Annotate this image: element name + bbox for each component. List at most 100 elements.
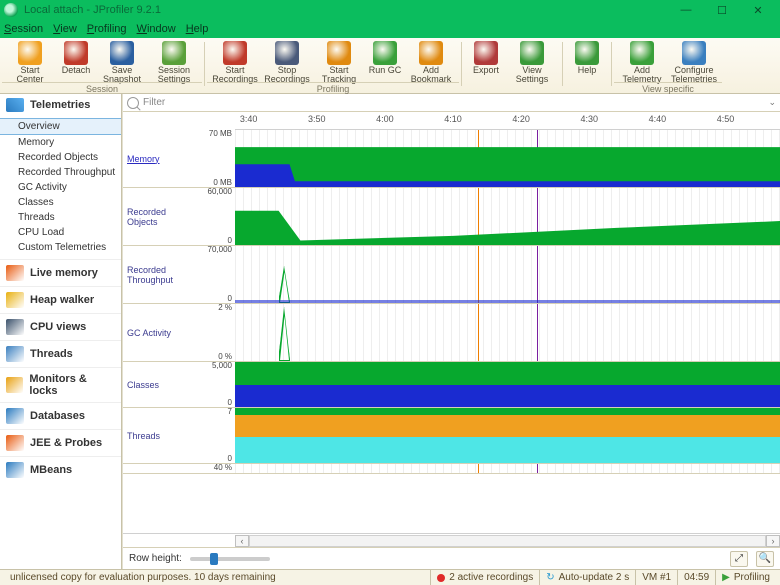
sidebar-item-recorded-throughput[interactable]: Recorded Throughput [0,165,121,180]
chart-label: Threads [123,408,193,463]
mbeans-icon [6,462,24,478]
profiling-icon: ▶ [722,572,730,583]
start-center-button[interactable]: Start Center [4,40,56,84]
sidebar-section-live-memory[interactable]: Live memory [0,259,121,286]
chart-row-threads: Threads70 [123,408,780,464]
chart-plot[interactable] [235,304,780,361]
export-button[interactable]: Export [466,40,506,84]
sidebar-section-heap-walker[interactable]: Heap walker [0,286,121,313]
scroll-track[interactable] [249,535,766,547]
add-bookmark-button[interactable]: Add Bookmark [405,40,457,84]
chart-yaxis: 60,0000 [193,188,235,245]
sidebar-item-classes[interactable]: Classes [0,195,121,210]
status-license: unlicensed copy for evaluation purposes.… [4,570,430,585]
heap-walker-icon [6,292,24,308]
time-tick: 4:20 [512,114,530,124]
zoom-fit-button[interactable]: ⤢ [730,551,748,567]
run-gc-button[interactable]: Run GC [365,40,405,84]
filter-input[interactable]: Filter [143,97,768,108]
chart-plot[interactable] [235,408,780,463]
chart-plot[interactable] [235,130,780,187]
start-tracking-button[interactable]: Start Tracking [313,40,365,84]
stop-recordings-button[interactable]: Stop Recordings [261,40,313,84]
chart-row-extra: 40 % [123,464,780,474]
start-recordings-button[interactable]: Start Recordings [209,40,261,84]
sidebar-section-mbeans[interactable]: MBeans [0,456,121,483]
chart-yaxis: 70 MB0 MB [193,130,235,187]
status-autoupdate[interactable]: ↻ Auto-update 2 s [539,570,635,585]
sidebar-section-jee-probes[interactable]: JEE & Probes [0,429,121,456]
menu-help[interactable]: Help [186,23,209,35]
live-memory-icon [6,265,24,281]
detach-icon [64,41,88,65]
menu-window[interactable]: Window [137,23,176,35]
chart-label[interactable]: Memory [123,130,193,187]
sidebar-item-gc-activity[interactable]: GC Activity [0,180,121,195]
save-snapshot-button[interactable]: Save Snapshot [96,40,148,84]
help-button[interactable]: Help [567,40,607,75]
sidebar-section-telemetries[interactable]: Telemetries [0,94,121,116]
configure-telemetries-button[interactable]: Configure Telemetries [668,40,720,84]
view-settings-button[interactable]: View Settings [506,40,558,84]
add-telemetry-button[interactable]: Add Telemetry [616,40,668,84]
view-settings-label: View Settings [516,66,549,84]
telemetries-icon [6,98,24,112]
search-icon [127,97,139,109]
toolbar-group-label: Session [2,82,202,94]
time-tick: 4:50 [717,114,735,124]
bottom-bar: Row height: ⤢ 🔍 [123,547,780,569]
sidebar-section-databases[interactable]: Databases [0,402,121,429]
chart-label: Recorded Objects [123,188,193,245]
menu-session[interactable]: Session [4,23,43,35]
filter-chevron-icon[interactable]: ⌄ [768,97,776,108]
chart-label: Classes [123,362,193,407]
add-telemetry-icon [630,41,654,65]
menu-profiling[interactable]: Profiling [87,23,127,35]
scroll-right-button[interactable]: › [766,535,780,547]
sidebar-item-threads[interactable]: Threads [0,210,121,225]
sidebar-item-cpu-load[interactable]: CPU Load [0,225,121,240]
start-recordings-icon [223,41,247,65]
sidebar: Telemetries OverviewMemoryRecorded Objec… [0,94,122,569]
status-recordings[interactable]: 2 active recordings [430,570,539,585]
app-icon [4,3,18,17]
horizontal-scrollbar[interactable]: ‹ › [123,533,780,547]
chart-plot[interactable] [235,188,780,245]
sidebar-section-cpu-views[interactable]: CPU views [0,313,121,340]
status-time: 04:59 [677,570,715,585]
start-tracking-icon [327,41,351,65]
detach-button[interactable]: Detach [56,40,96,84]
chart-row-memory: Memory70 MB0 MB [123,130,780,188]
vertical-marker-orange [478,304,479,361]
sidebar-item-memory[interactable]: Memory [0,135,121,150]
chart-yaxis: 70 [193,408,235,463]
filter-bar: Filter ⌄ [123,94,780,112]
charts-panel: Memory70 MB0 MBRecorded Objects60,0000Re… [123,130,780,533]
sidebar-item-custom-telemetries[interactable]: Custom Telemetries [0,240,121,255]
sidebar-item-recorded-objects[interactable]: Recorded Objects [0,150,121,165]
sidebar-section-monitors-locks[interactable]: Monitors & locks [0,367,121,402]
chart-plot[interactable] [235,362,780,407]
databases-icon [6,408,24,424]
chart-plot[interactable] [235,246,780,303]
scroll-left-button[interactable]: ‹ [235,535,249,547]
sidebar-item-overview[interactable]: Overview [0,118,121,135]
row-height-slider[interactable] [190,557,270,561]
menu-view[interactable]: View [53,23,77,35]
minimize-button[interactable]: — [668,0,704,20]
export-icon [474,41,498,65]
chart-plot[interactable] [235,464,780,473]
sidebar-section-threads[interactable]: Threads [0,340,121,367]
time-tick: 4:00 [376,114,394,124]
maximize-button[interactable]: ☐ [704,0,740,20]
toolbar: Start CenterDetachSave SnapshotSession S… [0,38,780,94]
close-button[interactable]: ✕ [740,0,776,20]
help-icon [575,41,599,65]
chart-yaxis: 40 % [193,464,235,473]
session-settings-button[interactable]: Session Settings [148,40,200,84]
threads-icon [6,346,24,362]
refresh-icon: ↻ [546,572,554,583]
add-bookmark-icon [419,41,443,65]
chart-label [123,464,193,473]
zoom-reset-button[interactable]: 🔍 [756,551,774,567]
